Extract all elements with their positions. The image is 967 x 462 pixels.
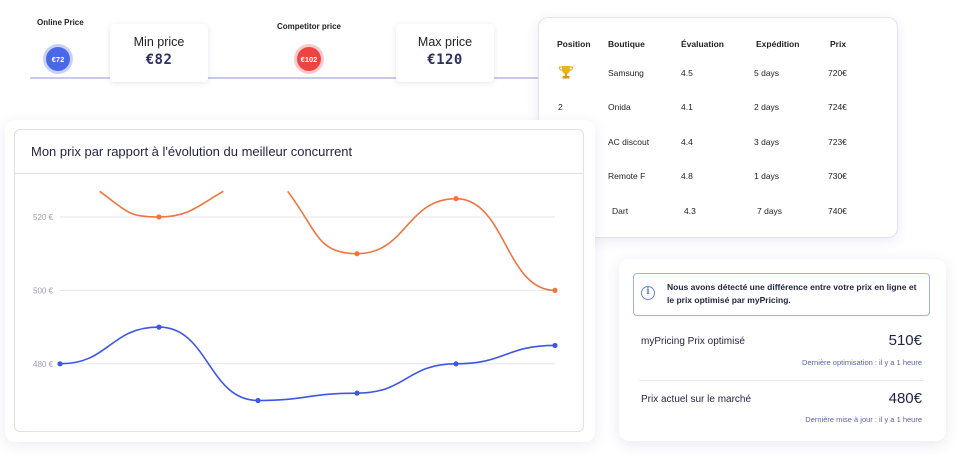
orange-series-point (156, 214, 162, 220)
market-price-timestamp: Dernière mise à jour : il y a 1 heure (805, 415, 922, 424)
blue-series-point (57, 361, 63, 367)
blue-series-point (552, 342, 558, 349)
blue-series-point (255, 397, 261, 404)
market-price-value: 480€ (888, 390, 922, 407)
y-tick-label: 520 € (33, 213, 54, 222)
info-icon: i (641, 286, 655, 300)
optimized-price-value: 510€ (888, 332, 922, 349)
orange-series-line-b (287, 190, 556, 292)
info-divider (639, 380, 924, 381)
market-price-label: Prix actuel sur le marché (641, 394, 752, 405)
orange-series-point (552, 287, 558, 293)
blue-series-point (354, 390, 360, 396)
y-tick-label: 480 € (33, 360, 54, 369)
blue-series-point (156, 324, 162, 330)
orange-series-line-a (99, 190, 224, 218)
orange-series-point (354, 251, 360, 257)
y-tick-label: 500 € (33, 286, 54, 295)
orange-series-point (453, 196, 459, 202)
blue-series-point (453, 361, 459, 367)
alert-message: Nous avons détecté une différence entre … (667, 282, 917, 305)
optimized-price-label: myPricing Prix optimisé (641, 336, 745, 347)
optimized-price-timestamp: Dernière optimisation : il y a 1 heure (801, 358, 922, 367)
